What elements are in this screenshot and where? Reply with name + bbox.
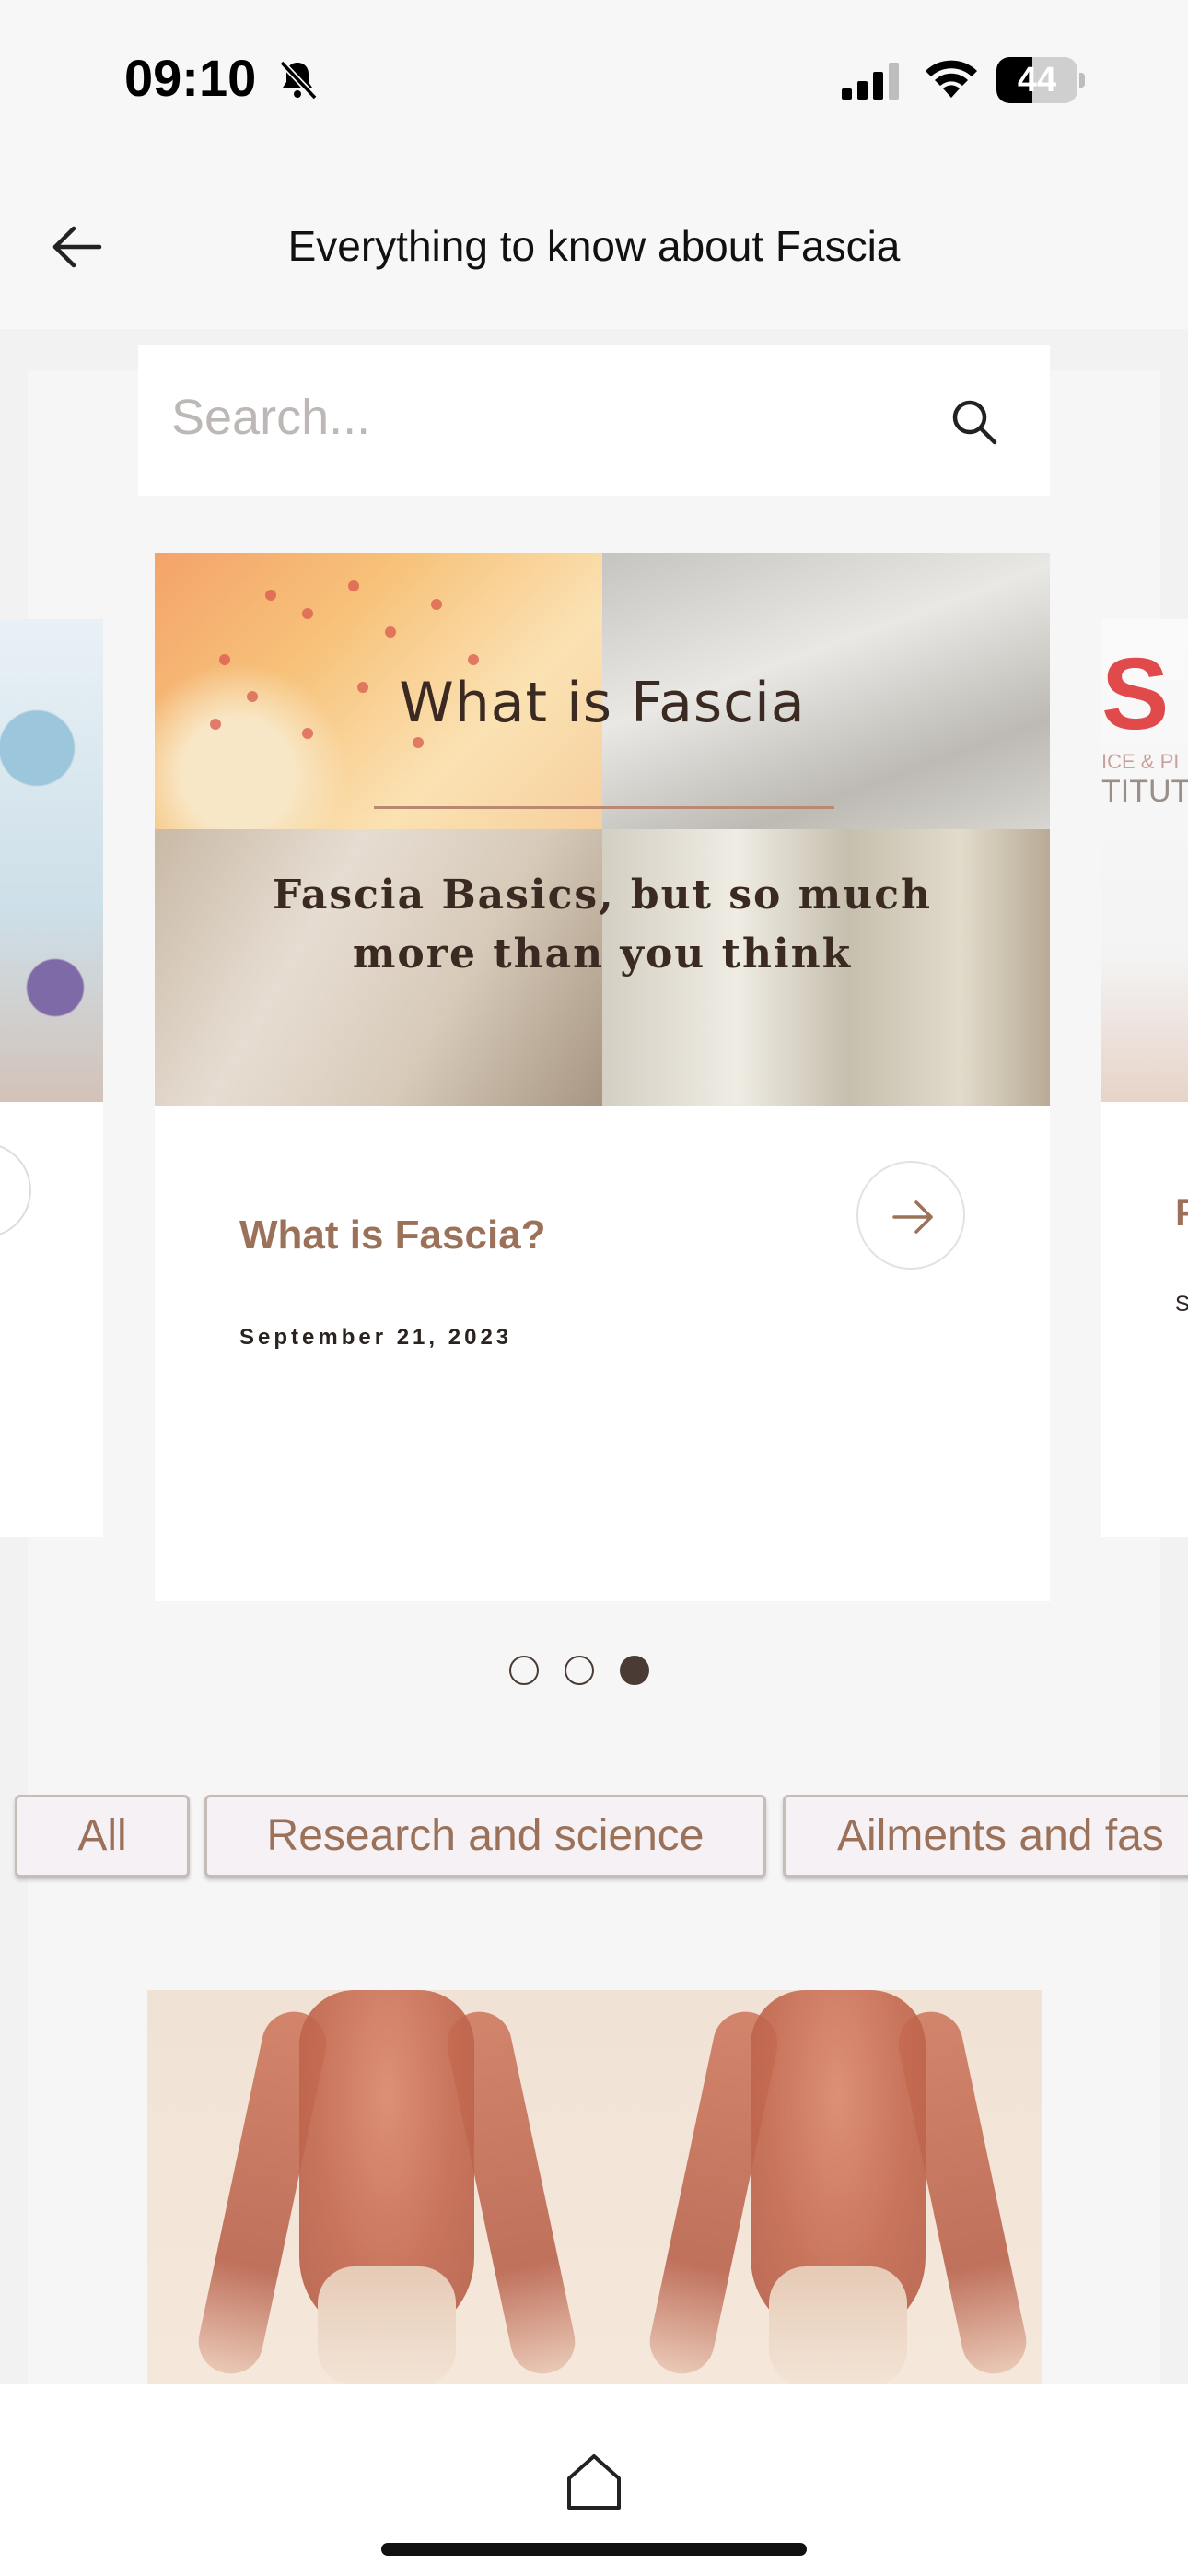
top-app-bar: Everything to know about Fascia <box>0 166 1188 329</box>
search-bar[interactable]: Search... <box>138 345 1050 496</box>
category-filter-bar: All Research and science Ailments and fa… <box>0 1795 1188 1881</box>
search-input[interactable]: Search... <box>171 389 370 446</box>
anatomy-figure-back <box>644 1990 1032 2386</box>
previous-card-image <box>0 619 103 1102</box>
next-card-tagline-1: ICE & PI <box>1101 750 1180 773</box>
article-image-muscle-anatomy[interactable] <box>147 1990 1042 2386</box>
battery-percentage: 44 <box>1017 61 1057 100</box>
wifi-icon <box>926 60 977 98</box>
home-indicator <box>381 2543 807 2556</box>
pagination-dot[interactable] <box>509 1656 539 1685</box>
status-bar: 09:10 44 <box>0 0 1188 166</box>
category-chip-all[interactable]: All <box>15 1795 190 1878</box>
cellular-signal-icon <box>842 63 899 100</box>
status-time: 09:10 <box>124 49 257 107</box>
search-icon[interactable] <box>949 396 1000 448</box>
next-card-title: F <box>1175 1190 1188 1234</box>
post-date: September 21, 2023 <box>239 1325 513 1350</box>
next-card-date: S <box>1175 1292 1188 1317</box>
back-arrow-icon[interactable] <box>50 223 105 271</box>
pagination-dot[interactable] <box>565 1656 594 1685</box>
category-chip-ailments-and-fascia[interactable]: Ailments and fas <box>783 1795 1188 1878</box>
hero-divider <box>374 806 834 809</box>
arrow-right-icon <box>892 1200 933 1234</box>
battery-icon: 44 <box>996 57 1085 103</box>
next-card-tagline-2: TITUT <box>1101 774 1188 809</box>
anatomy-figure-front <box>192 1990 581 2386</box>
next-card-logo-text: S <box>1101 638 1170 751</box>
app-screen: 09:10 44 Everything to know about Fascia… <box>0 0 1188 2576</box>
carousel-card-next[interactable]: S ICE & PI TITUT F S <box>1101 619 1188 1537</box>
bottom-navigation <box>0 2384 1188 2576</box>
carousel-card-previous[interactable] <box>0 619 103 1537</box>
category-chip-research-and-science[interactable]: Research and science <box>204 1795 766 1878</box>
home-icon[interactable] <box>564 2451 624 2512</box>
carousel-pagination <box>509 1656 657 1687</box>
hero-subtitle: Fascia Basics, but so much more than you… <box>273 872 932 978</box>
card-hero-image: What is Fascia Fascia Basics, but so muc… <box>155 553 1050 1106</box>
page-title: Everything to know about Fascia <box>287 222 901 270</box>
bell-slash-icon <box>279 60 318 100</box>
carousel-card-active[interactable]: What is Fascia Fascia Basics, but so muc… <box>155 553 1050 1601</box>
post-title[interactable]: What is Fascia? <box>239 1212 546 1259</box>
open-post-button[interactable] <box>856 1161 965 1270</box>
pagination-dot[interactable] <box>620 1656 649 1685</box>
hero-title: What is Fascia <box>399 671 806 735</box>
